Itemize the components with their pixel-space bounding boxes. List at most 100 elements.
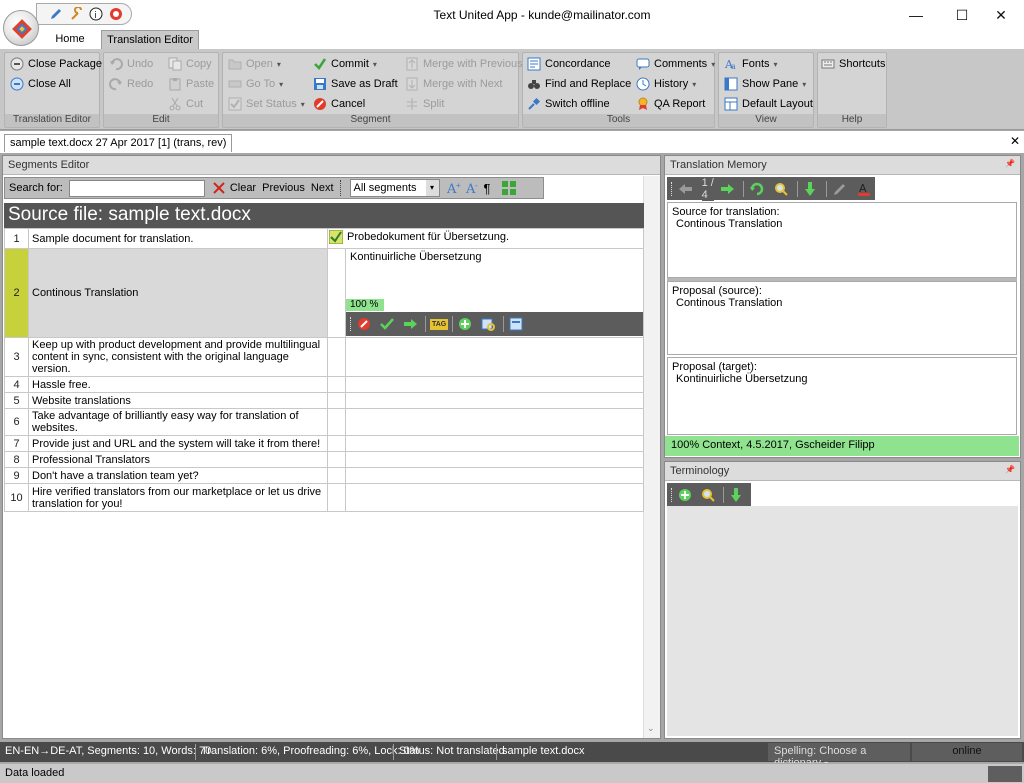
add-comment-icon[interactable] [457,316,473,332]
commit-check-icon[interactable] [379,316,395,332]
add-term-icon[interactable] [677,487,693,503]
info-icon[interactable]: i [89,7,103,21]
search-icon[interactable] [773,181,789,197]
arrow-down-icon[interactable] [802,181,818,197]
paste-button[interactable]: Paste [168,75,214,93]
table-row[interactable]: 4 Hassle free. [4,376,644,393]
pilcrow-icon[interactable]: ¶ [484,178,491,198]
tab-translation-editor[interactable]: Translation Editor [101,30,199,50]
table-row-active[interactable]: 2 Continous Translation Kontinuirliche Ü… [4,248,644,338]
segment-status-cell [327,467,346,484]
next-button[interactable]: Next [311,178,334,198]
cancel-segment-icon[interactable] [356,316,372,332]
split-button[interactable]: Split [405,95,444,113]
concordance-button[interactable]: Concordance [527,55,610,73]
segment-target[interactable] [345,467,644,484]
status-bar: EN-EN→DE-AT, Segments: 10, Words: 70 Tra… [0,742,1024,769]
table-row[interactable]: 3 Keep up with product development and p… [4,337,644,377]
arrow-right-icon[interactable] [402,316,418,332]
show-pane-button[interactable]: Show Pane [724,75,806,93]
table-row[interactable]: 7 Provide just and URL and the system wi… [4,435,644,452]
font-color-icon[interactable]: A [856,181,872,197]
status-language: EN-EN→DE-AT, Segments: 10, Words: 70 [5,745,212,757]
arrow-right-icon[interactable] [719,181,735,197]
commit-button[interactable]: Commit [313,55,377,73]
active-target-editor[interactable]: Kontinuirliche Übersetzung 100 % TAG [345,248,644,338]
merge-previous-button[interactable]: Merge with Previous [405,55,523,73]
segment-target[interactable] [345,408,644,436]
clear-button[interactable]: Clear [211,178,256,198]
segments-scrollbar[interactable]: ⌄ [643,176,660,738]
shortcuts-button[interactable]: Shortcuts [821,55,885,73]
search-input[interactable] [68,179,205,197]
segment-target-cell[interactable]: Probedokument für Übersetzung. [327,228,644,249]
font-decrease-icon[interactable]: A- [465,180,481,197]
app-menu-button[interactable] [3,10,39,46]
insert-tag-button[interactable]: TAG [430,318,449,330]
expand-grid-icon[interactable] [501,180,517,196]
segments-toolbar: Search for: Clear Previous Next All segm… [4,177,544,199]
active-target-text[interactable]: Kontinuirliche Übersetzung [346,249,643,265]
refresh-icon[interactable] [749,181,765,197]
segment-target[interactable] [345,376,644,393]
segment-target[interactable] [345,483,644,512]
spelling-dictionary-select[interactable]: Spelling: Choose a dictionary ▾ [768,743,910,769]
redo-button[interactable]: Redo [109,75,153,93]
segment-target[interactable] [345,451,644,468]
minimize-button[interactable]: — [893,0,939,30]
tm-proposal-target-box: Proposal (target): Kontinuirliche Überse… [667,357,1017,435]
document-tab[interactable]: sample text.docx 27 Apr 2017 [1] (trans,… [4,134,233,152]
qa-report-button[interactable]: QA Report [636,95,705,113]
segment-target[interactable] [345,337,644,377]
undo-button[interactable]: Undo [109,55,153,73]
table-row[interactable]: 9 Don't have a translation team yet? [4,467,644,484]
default-layout-button[interactable]: Default Layout [724,95,813,113]
close-window-button[interactable]: ✕ [978,0,1024,30]
keyboard-icon [821,57,835,71]
copy-button[interactable]: Copy [168,55,212,73]
pencil-icon[interactable] [49,7,63,21]
segment-source: Provide just and URL and the system will… [28,435,328,452]
close-all-button[interactable]: Close All [10,75,71,93]
close-document-icon[interactable]: ✕ [1010,134,1020,148]
pin-icon[interactable]: 📌 [1005,159,1015,168]
table-row[interactable]: 1 Sample document for translation. Probe… [4,228,644,249]
tab-home[interactable]: Home [42,30,98,50]
comments-button[interactable]: Comments [636,55,715,73]
open-button[interactable]: Open [228,55,281,73]
close-package-button[interactable]: Close Package [10,55,102,73]
table-row[interactable]: 6 Take advantage of brilliantly easy way… [4,408,644,436]
segment-status-cell [327,376,346,393]
switch-offline-button[interactable]: Switch offline [527,95,610,113]
preview-icon[interactable] [508,316,524,332]
segment-filter-select[interactable]: All segments ▾ [349,179,440,197]
fonts-button[interactable]: Aa Fonts [724,55,778,73]
arrow-left-icon[interactable] [678,181,694,197]
help-lifebuoy-icon[interactable] [109,7,123,21]
history-button[interactable]: History [636,75,696,93]
resize-grip[interactable] [988,766,1022,782]
scroll-down-icon[interactable]: ⌄ [647,723,655,734]
set-status-button[interactable]: Set Status [228,95,305,113]
table-row[interactable]: 8 Professional Translators [4,451,644,468]
go-to-button[interactable]: Go To [228,75,283,93]
table-row[interactable]: 10 Hire verified translators from our ma… [4,483,644,512]
wrench-icon[interactable] [69,6,83,21]
insert-term-icon[interactable] [728,487,744,503]
save-as-draft-button[interactable]: Save as Draft [313,75,398,93]
find-replace-button[interactable]: Find and Replace [527,75,631,93]
table-row[interactable]: 5 Website translations [4,392,644,409]
cancel-segment-button[interactable]: Cancel [313,95,365,113]
merge-next-button[interactable]: Merge with Next [405,75,502,93]
app-logo-icon [12,19,32,39]
previous-button[interactable]: Previous [262,178,305,198]
edit-pencil-icon[interactable] [832,181,848,197]
search-term-icon[interactable] [700,487,716,503]
history-search-icon[interactable] [480,316,496,332]
cut-button[interactable]: Cut [168,95,203,113]
segment-target[interactable] [345,435,644,452]
font-increase-icon[interactable]: A + [446,180,462,197]
pin-icon[interactable]: 📌 [1005,465,1015,474]
segment-target[interactable] [345,392,644,409]
clear-x-icon [211,180,227,196]
